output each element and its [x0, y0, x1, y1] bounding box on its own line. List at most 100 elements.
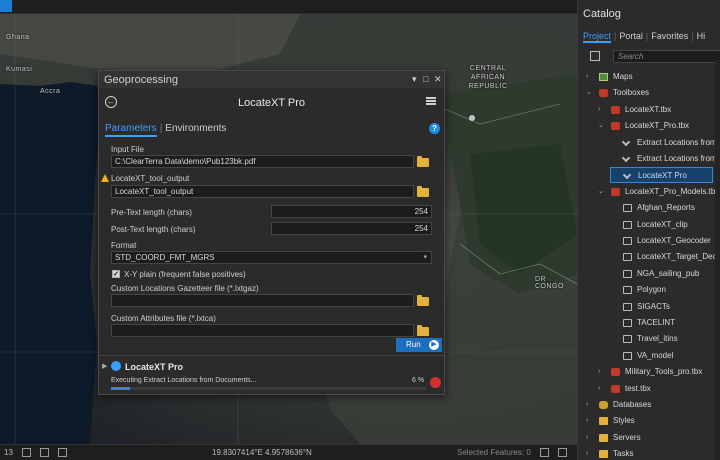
catalog-tree-item[interactable]: › Servers	[578, 430, 715, 446]
top-bar	[0, 0, 577, 14]
tab-parameters[interactable]: Parameters	[105, 123, 157, 137]
model-icon	[623, 319, 632, 327]
xy-plain-label: X-Y plain (frequent false positives)	[124, 270, 246, 279]
catalog-tree-item[interactable]: Polygon	[578, 282, 715, 298]
catalog-tree-item[interactable]: › Databases	[578, 397, 715, 413]
catalog-tree-item-label: NGA_sailing_pub	[637, 268, 700, 278]
chevron-right-icon[interactable]: ▶	[102, 362, 107, 370]
pane-close-icon[interactable]: ✕	[434, 74, 442, 85]
post-text-input[interactable]: 254	[271, 222, 432, 235]
catalog-view-icon[interactable]	[590, 51, 600, 61]
tab-separator: |	[691, 31, 694, 41]
warning-icon	[101, 174, 109, 182]
catalog-title: Catalog	[583, 8, 621, 20]
cancel-job-icon[interactable]	[430, 377, 441, 388]
run-button[interactable]: Run ▶	[396, 338, 442, 352]
pre-text-input[interactable]: 254	[271, 205, 432, 218]
catalog-tree-item[interactable]: ⌄ LocateXT_Pro_Models.tbx	[578, 184, 719, 200]
pre-text-label: Pre-Text length (chars)	[111, 208, 192, 217]
grid-icon[interactable]	[40, 448, 49, 457]
input-file-field[interactable]: C:\ClearTerra Data\demo\Pub123bk.pdf	[111, 155, 414, 168]
format-dropdown[interactable]: STD_COORD_FMT_MGRS ▾	[111, 251, 432, 264]
divider	[99, 355, 444, 356]
chevron-down-icon: ▾	[423, 254, 427, 261]
map-label-line: CENTRAL	[469, 65, 507, 72]
post-text-label: Post-Text length (chars)	[111, 225, 196, 234]
output-label: LocateXT_tool_output	[111, 174, 190, 183]
folder-icon	[599, 450, 608, 459]
model-icon	[623, 204, 632, 213]
chevron-right-icon[interactable]: ›	[598, 381, 600, 397]
refresh-icon[interactable]	[558, 448, 567, 457]
chevron-down-icon[interactable]: ⌄	[598, 184, 604, 200]
catalog-tree-item[interactable]: SIGACTs	[578, 299, 715, 315]
catalog-tree-item[interactable]: LocateXT_Geocoder	[578, 233, 715, 249]
catalog-tree-item[interactable]: ⌄ LocateXT_Pro.tbx	[578, 118, 715, 134]
chevron-right-icon[interactable]: ›	[586, 413, 588, 429]
attributes-field[interactable]	[111, 324, 414, 337]
tab-favorites[interactable]: Favorites	[651, 31, 688, 41]
browse-folder-icon[interactable]	[417, 186, 429, 197]
rotation-icon[interactable]	[58, 448, 67, 457]
catalog-tree-item[interactable]: TACELINT	[578, 315, 715, 331]
catalog-tree-item[interactable]: VA_model	[578, 348, 715, 364]
catalog-tree-item[interactable]: › Maps	[578, 69, 715, 85]
tab-separator: |	[614, 31, 617, 41]
catalog-tree-item[interactable]: ⌄ Toolboxes	[578, 85, 715, 101]
catalog-tree-item[interactable]: LocateXT_Target_Deck	[578, 249, 720, 265]
catalog-tree-item[interactable]: NGA_sailing_pub	[578, 266, 715, 282]
catalog-tree-item[interactable]: › test.tbx	[578, 381, 715, 397]
map-scale[interactable]: 13	[4, 448, 13, 457]
catalog-tree-item-label: Travel_itins	[637, 334, 678, 344]
tab-project[interactable]: Project	[583, 31, 612, 43]
chevron-down-icon[interactable]: ⌄	[598, 118, 604, 134]
catalog-tree-item[interactable]: › Styles	[578, 413, 715, 429]
tool-header: ← LocateXT Pro	[99, 88, 444, 116]
xy-plain-checkbox[interactable]: ✓	[112, 270, 120, 278]
catalog-pane: Catalog Project | Portal | Favorites | Hi Sear…	[577, 0, 720, 460]
catalog-tree-item[interactable]: › LocateXT.tbx	[578, 102, 715, 118]
chevron-right-icon[interactable]: ›	[598, 102, 600, 118]
chevron-right-icon[interactable]: ›	[586, 69, 588, 85]
script-tool-icon	[621, 153, 631, 163]
gazetteer-field[interactable]	[111, 294, 414, 307]
catalog-tree-item[interactable]: Travel_itins	[578, 331, 715, 347]
scale-dropdown-icon[interactable]	[22, 448, 31, 457]
catalog-tree-item-label: LocateXT_clip	[637, 219, 688, 229]
catalog-tree-item-label: Afghan_Reports	[637, 203, 695, 213]
tab-portal[interactable]: Portal	[619, 31, 643, 41]
catalog-scrollbar[interactable]	[715, 60, 720, 460]
tab-environments[interactable]: Environments	[165, 123, 226, 134]
chevron-down-icon[interactable]: ⌄	[586, 85, 592, 101]
browse-folder-icon[interactable]	[417, 325, 429, 336]
map-label-line: AFRICAN	[470, 74, 506, 81]
model-icon	[623, 220, 632, 229]
chevron-right-icon[interactable]: ›	[586, 430, 588, 446]
pane-options-chevron-icon[interactable]: ▾	[412, 74, 417, 85]
catalog-tree-item[interactable]: › Tasks	[578, 446, 715, 460]
catalog-tree-item-label: TACELINT	[637, 318, 676, 327]
tab-history[interactable]: Hi	[697, 31, 706, 41]
catalog-tree-item[interactable]: › Military_Tools_pro.tbx	[578, 364, 715, 380]
pane-title: Geoprocessing	[104, 74, 178, 86]
chevron-right-icon[interactable]: ›	[586, 446, 588, 460]
catalog-tree-item[interactable]: Extract Locations from	[578, 151, 717, 167]
folder-icon	[599, 417, 608, 426]
chevron-right-icon[interactable]: ›	[586, 397, 588, 413]
browse-folder-icon[interactable]	[417, 156, 429, 167]
pane-title-bar[interactable]: Geoprocessing ▾ □ ✕	[99, 71, 444, 88]
pause-icon[interactable]	[540, 448, 549, 457]
browse-folder-icon[interactable]	[417, 295, 429, 306]
catalog-tree-item[interactable]: LocateXT_clip	[578, 217, 715, 233]
catalog-tree-item-label: Polygon	[637, 285, 666, 295]
catalog-tree-item[interactable]: Afghan_Reports	[578, 200, 715, 216]
pane-maximize-icon[interactable]: □	[423, 74, 428, 84]
catalog-tree-item[interactable]: Extract Locations from	[578, 135, 717, 151]
hamburger-menu-icon[interactable]	[426, 97, 436, 105]
chevron-right-icon[interactable]: ›	[598, 364, 600, 380]
toolbox-icon	[599, 89, 608, 98]
catalog-tree-item[interactable]: LocateXT Pro	[610, 167, 713, 184]
output-field[interactable]: LocateXT_tool_output	[111, 185, 414, 198]
help-icon[interactable]: ?	[429, 123, 440, 134]
catalog-search-input[interactable]: Search	[613, 50, 720, 63]
